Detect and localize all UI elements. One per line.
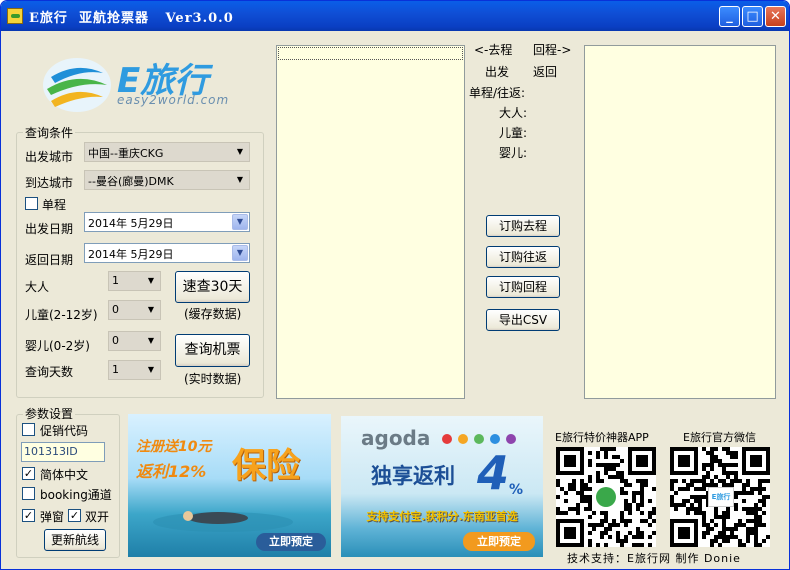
update-routes-button[interactable]: 更新航线 [44, 529, 106, 551]
agoda-ad-tagline: 支持支付宝.获积分.东南亚首选 [366, 510, 518, 523]
buy-round-trip-button[interactable]: 订购往返 [486, 246, 560, 268]
days-value: 1 [112, 363, 119, 376]
buy-outbound-button[interactable]: 订购去程 [486, 215, 560, 237]
agoda-ad-number: 4 [477, 446, 510, 500]
infant-info-label: 婴儿: [499, 146, 528, 160]
return-flights-list[interactable] [584, 45, 776, 399]
simplified-chinese-label: 简体中文 [40, 468, 89, 482]
return-date-value: 2014年 5月29日 [88, 248, 174, 261]
popup-label: 弹窗 [40, 510, 65, 524]
trip-type-label: 单程/往返: [469, 86, 526, 100]
params-legend: 参数设置 [23, 405, 76, 422]
footer-credits: 技术支持：E旅行网 制作 Donie [567, 552, 741, 565]
agoda-dots-icon [442, 434, 516, 444]
return-date-picker[interactable]: 2014年 5月29日 ▼ [84, 243, 250, 263]
infant-label: 婴儿(0-2岁) [25, 339, 90, 353]
oneway-label: 单程 [42, 198, 67, 212]
arrive-city-label: 到达城市 [25, 176, 74, 190]
chevron-down-icon: ▼ [147, 276, 155, 285]
dual-open-checkbox[interactable]: ✓ [68, 509, 81, 522]
outbound-header: <-去程 [474, 43, 513, 57]
adult-info-label: 大人: [499, 106, 528, 120]
return-info-label: 返回 [533, 65, 558, 79]
oneway-checkbox[interactable] [25, 197, 38, 210]
brand-logo: E旅行 easy2world.com [41, 49, 241, 121]
simplified-chinese-checkbox[interactable]: ✓ [22, 467, 35, 480]
booking-channel-checkbox[interactable] [22, 487, 35, 500]
depart-date-value: 2014年 5月29日 [88, 217, 174, 230]
return-date-label: 返回日期 [25, 253, 74, 267]
chevron-down-icon[interactable]: ▼ [232, 245, 248, 261]
insurance-ad-line2: 返利12% [136, 462, 207, 481]
agoda-ad-percent: % [509, 482, 524, 498]
popup-checkbox[interactable]: ✓ [22, 509, 35, 522]
days-label: 查询天数 [25, 365, 74, 379]
infant-select[interactable]: 0 ▼ [108, 331, 161, 351]
close-button[interactable]: ✕ [765, 6, 786, 27]
child-info-label: 儿童: [499, 126, 528, 140]
agoda-ad-banner[interactable]: agoda 独享返利 4 % 支持支付宝.获积分.东南亚首选 立即预定 [341, 416, 543, 557]
query-conditions-legend: 查询条件 [23, 124, 76, 141]
chevron-down-icon: ▼ [147, 365, 155, 374]
promo-code-checkbox[interactable] [22, 423, 35, 436]
agoda-book-now-button[interactable]: 立即预定 [463, 532, 535, 551]
depart-city-value: 中国--重庆CKG [88, 147, 164, 160]
qr-code-icon [556, 447, 656, 547]
insurance-ad-line1: 注册送10元 [136, 439, 212, 455]
chevron-down-icon: ▼ [147, 336, 155, 345]
chevron-down-icon: ▼ [147, 305, 155, 314]
chevron-down-icon: ▼ [236, 147, 244, 156]
arrive-city-value: --曼谷(廊曼)DMK [88, 175, 174, 188]
logo-domain-text: easy2world.com [117, 93, 230, 107]
depart-city-select[interactable]: 中国--重庆CKG ▼ [84, 142, 250, 162]
adult-select[interactable]: 1 ▼ [108, 271, 161, 291]
quick-30-days-button[interactable]: 速查30天 [175, 271, 250, 303]
return-header: 回程-> [533, 43, 572, 57]
chevron-down-icon[interactable]: ▼ [232, 214, 248, 230]
dual-open-label: 双开 [85, 510, 110, 524]
child-select[interactable]: 0 ▼ [108, 300, 161, 320]
infant-value: 0 [112, 334, 119, 347]
promo-code-input[interactable]: 101313ID [21, 442, 105, 462]
depart-date-picker[interactable]: 2014年 5月29日 ▼ [84, 212, 250, 232]
cache-data-note: (缓存数据) [184, 307, 242, 321]
depart-date-label: 出发日期 [25, 222, 74, 236]
booking-channel-label: booking通道 [40, 488, 112, 502]
title-bar[interactable]: E旅行 亚航抢票器 Ver3.0.0 _ □ ✕ [1, 1, 789, 31]
wechat-qr-code: E旅行 [670, 447, 770, 547]
app-icon [7, 8, 23, 24]
child-value: 0 [112, 303, 119, 316]
adult-value: 1 [112, 274, 119, 287]
insurance-ad-banner[interactable]: 注册送10元 返利12% 保险 立即预定 [128, 414, 331, 557]
minimize-button[interactable]: _ [719, 6, 740, 27]
insurance-ad-big: 保险 [232, 446, 300, 486]
outbound-flights-list[interactable] [276, 45, 465, 399]
selected-row[interactable] [278, 47, 463, 60]
export-csv-button[interactable]: 导出CSV [486, 309, 560, 331]
query-tickets-button[interactable]: 查询机票 [175, 334, 250, 367]
days-select[interactable]: 1 ▼ [108, 360, 161, 380]
wechat-qr-label: E旅行官方微信 [683, 431, 756, 444]
maximize-button[interactable]: □ [742, 6, 763, 27]
depart-info-label: 出发 [485, 65, 510, 79]
adult-label: 大人 [25, 280, 50, 294]
app-qr-label: E旅行特价神器APP [555, 431, 649, 444]
wechat-qr-logo: E旅行 [708, 487, 734, 507]
window-title: E旅行 亚航抢票器 Ver3.0.0 [29, 11, 234, 26]
agoda-brand: agoda [361, 426, 431, 450]
depart-city-label: 出发城市 [25, 150, 74, 164]
insurance-book-now-button[interactable]: 立即预定 [256, 533, 326, 551]
chevron-down-icon: ▼ [236, 175, 244, 184]
main-window: E旅行 亚航抢票器 Ver3.0.0 _ □ ✕ E旅行 easy2world.… [0, 0, 790, 570]
app-qr-code [556, 447, 656, 547]
realtime-data-note: (实时数据) [184, 372, 242, 386]
child-label: 儿童(2-12岁) [25, 308, 98, 322]
buy-return-button[interactable]: 订购回程 [486, 276, 560, 298]
promo-code-label: 促销代码 [40, 424, 89, 438]
arrive-city-select[interactable]: --曼谷(廊曼)DMK ▼ [84, 170, 250, 190]
logo-swirl-icon [43, 58, 111, 112]
agoda-ad-line1: 独享返利 [371, 464, 455, 488]
